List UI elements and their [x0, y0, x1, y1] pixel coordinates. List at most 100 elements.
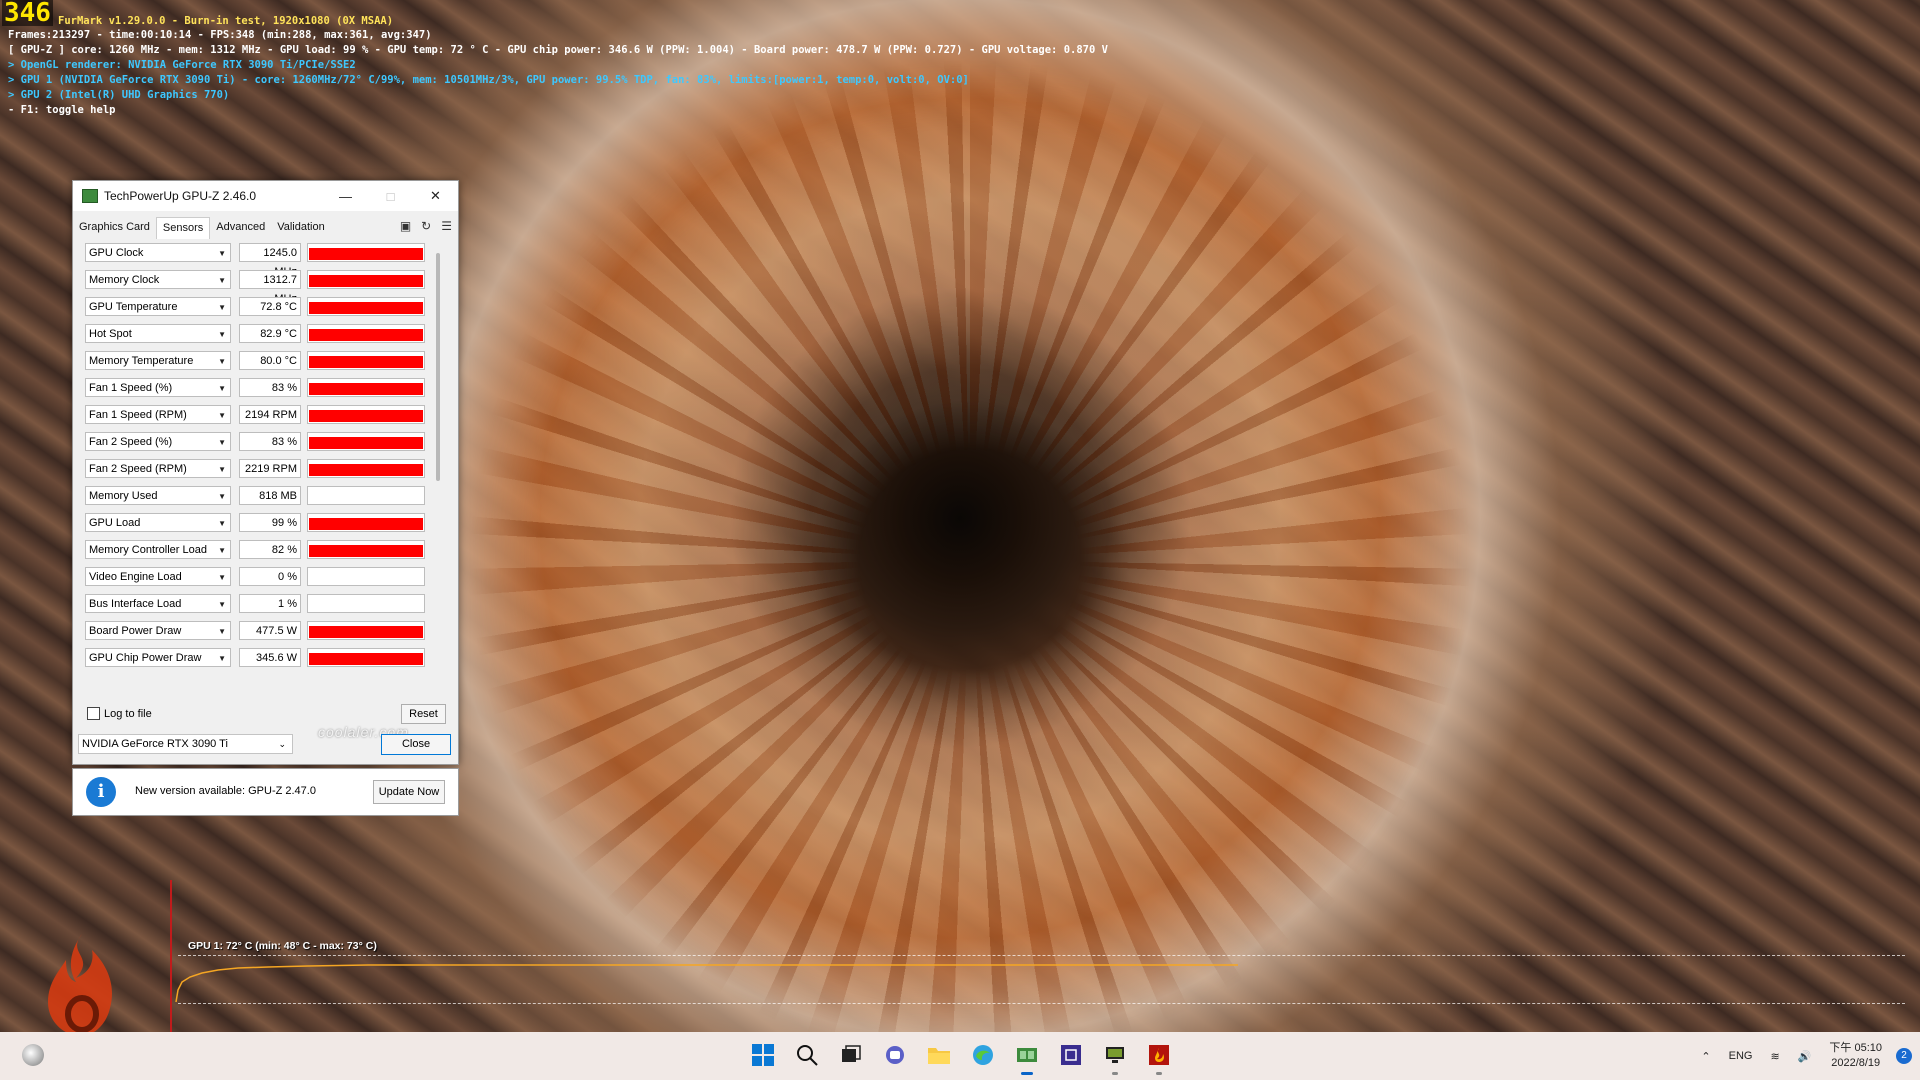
sensor-graph	[307, 594, 425, 613]
task-view-icon[interactable]	[834, 1038, 868, 1072]
update-banner: i New version available: GPU-Z 2.47.0 Up…	[72, 768, 459, 816]
volume-icon[interactable]: 🔊	[1798, 1050, 1812, 1063]
sensor-graph-fill	[309, 653, 423, 665]
close-button[interactable]: Close	[381, 734, 451, 755]
sensor-row: GPU Temperature ▼ 72.8 °C	[85, 297, 435, 318]
gpu-select-dropdown[interactable]: NVIDIA GeForce RTX 3090 Ti ⌄	[78, 734, 293, 754]
sensor-row: GPU Chip Power Draw ▼ 345.6 W	[85, 648, 435, 669]
sensor-row: Video Engine Load ▼ 0 %	[85, 567, 435, 588]
camera-icon[interactable]: ▣	[400, 219, 411, 233]
sensor-name-dropdown[interactable]: GPU Load ▼	[85, 513, 231, 532]
notification-badge[interactable]: 2	[1896, 1048, 1912, 1064]
sensor-name: Board Power Draw	[89, 625, 182, 637]
dropdown-arrow-icon: ▼	[218, 492, 226, 501]
sensor-list: GPU Clock ▼ 1245.0 MHz Memory Clock ▼ 1312.7 …	[81, 243, 443, 675]
sensor-name-dropdown[interactable]: GPU Chip Power Draw ▼	[85, 648, 231, 667]
sensor-name-dropdown[interactable]: Bus Interface Load ▼	[85, 594, 231, 613]
temperature-graph: GPU 1: 72° C (min: 48° C - max: 73° C)	[168, 880, 1920, 1035]
sensor-name-dropdown[interactable]: GPU Clock ▼	[85, 243, 231, 262]
clock-date: 2022/8/19	[1831, 1057, 1881, 1069]
gpuz-icon[interactable]	[1010, 1038, 1044, 1075]
sensor-name-dropdown[interactable]: Fan 2 Speed (RPM) ▼	[85, 459, 231, 478]
sensor-row: Hot Spot ▼ 82.9 °C	[85, 324, 435, 345]
sensor-name: Video Engine Load	[89, 571, 182, 583]
maximize-button[interactable]: □	[368, 181, 413, 211]
file-explorer-icon[interactable]	[922, 1038, 956, 1072]
sensor-name: GPU Chip Power Draw	[89, 652, 202, 664]
sensor-name-dropdown[interactable]: Memory Clock ▼	[85, 270, 231, 289]
sensor-name-dropdown[interactable]: Memory Controller Load ▼	[85, 540, 231, 559]
widget-icon[interactable]	[22, 1044, 44, 1066]
tab-advanced[interactable]: Advanced	[210, 217, 271, 239]
gpuz-titlebar[interactable]: TechPowerUp GPU-Z 2.46.0 — □ ✕	[73, 181, 458, 211]
log-to-file-checkbox[interactable]	[87, 707, 100, 720]
sensor-row: GPU Clock ▼ 1245.0 MHz	[85, 243, 435, 278]
sensor-name: Memory Temperature	[89, 355, 194, 367]
menu-icon[interactable]: ☰	[441, 219, 452, 233]
sensor-graph-fill	[309, 410, 423, 422]
minimize-button[interactable]: —	[323, 181, 368, 211]
sensor-name-dropdown[interactable]: Video Engine Load ▼	[85, 567, 231, 586]
sensor-value: 0 %	[239, 567, 301, 586]
dropdown-arrow-icon: ▼	[218, 330, 226, 339]
chevron-up-icon[interactable]: ⌃	[1701, 1050, 1710, 1063]
log-to-file-option[interactable]: Log to file	[87, 707, 152, 720]
browser-icon[interactable]	[966, 1038, 1000, 1072]
log-to-file-label: Log to file	[104, 707, 152, 720]
search-icon[interactable]	[790, 1038, 824, 1072]
tab-validation[interactable]: Validation	[271, 217, 331, 239]
close-window-button[interactable]: ✕	[413, 181, 458, 211]
sensor-graph-fill	[309, 545, 423, 557]
furmark-logo-icon	[48, 934, 112, 1036]
language-indicator[interactable]: ENG	[1729, 1050, 1753, 1062]
teams-chat-icon[interactable]	[878, 1038, 912, 1072]
reset-button[interactable]: Reset	[401, 704, 446, 724]
dropdown-arrow-icon: ▼	[218, 411, 226, 420]
gpuz-app-icon	[82, 189, 98, 203]
info-icon: i	[86, 777, 116, 807]
sensor-graph-fill	[309, 275, 423, 287]
sensor-value: 1245.0 MHz	[239, 243, 301, 278]
sensor-name: Bus Interface Load	[89, 598, 182, 610]
sensor-scrollbar[interactable]	[436, 245, 442, 671]
sensor-value: 1 %	[239, 594, 301, 613]
sensor-graph-fill	[309, 626, 423, 638]
scrollbar-thumb[interactable]	[436, 253, 440, 481]
dropdown-arrow-icon: ▼	[218, 465, 226, 474]
sensor-graph	[307, 297, 425, 316]
cpu-app-icon[interactable]	[1054, 1038, 1088, 1072]
overlay-gpuz-line: [ GPU-Z ] core: 1260 MHz - mem: 1312 MHz…	[8, 44, 1108, 56]
sensor-name: Fan 1 Speed (RPM)	[89, 409, 187, 421]
sensor-name-dropdown[interactable]: Memory Used ▼	[85, 486, 231, 505]
monitor-app-icon[interactable]	[1098, 1038, 1132, 1075]
sensor-name: GPU Clock	[89, 247, 144, 259]
sensor-name-dropdown[interactable]: Fan 1 Speed (%) ▼	[85, 378, 231, 397]
sensor-name-dropdown[interactable]: Fan 2 Speed (%) ▼	[85, 432, 231, 451]
sensor-name: Hot Spot	[89, 328, 132, 340]
wifi-icon[interactable]: ≋	[1770, 1050, 1779, 1063]
sensor-name-dropdown[interactable]: Fan 1 Speed (RPM) ▼	[85, 405, 231, 424]
furmark-icon[interactable]	[1142, 1038, 1176, 1075]
temperature-curve	[175, 964, 1238, 1003]
sensor-row: GPU Load ▼ 99 %	[85, 513, 435, 534]
sensor-value: 80.0 °C	[239, 351, 301, 370]
clock[interactable]: 下午 05:10 2022/8/19	[1829, 1041, 1882, 1071]
sensor-row: Fan 1 Speed (RPM) ▼ 2194 RPM	[85, 405, 435, 426]
sensor-name-dropdown[interactable]: Memory Temperature ▼	[85, 351, 231, 370]
refresh-icon[interactable]: ↻	[421, 219, 431, 233]
sensor-row: Fan 2 Speed (%) ▼ 83 %	[85, 432, 435, 453]
dropdown-arrow-icon: ▼	[218, 384, 226, 393]
sensor-name: GPU Temperature	[89, 301, 178, 313]
sensor-name-dropdown[interactable]: GPU Temperature ▼	[85, 297, 231, 316]
sensor-name-dropdown[interactable]: Board Power Draw ▼	[85, 621, 231, 640]
dropdown-arrow-icon: ▼	[218, 276, 226, 285]
sensor-graph	[307, 243, 425, 262]
tab-graphics-card[interactable]: Graphics Card	[73, 217, 156, 239]
start-icon[interactable]	[746, 1038, 780, 1072]
dropdown-arrow-icon: ▼	[218, 546, 226, 555]
sensor-name-dropdown[interactable]: Hot Spot ▼	[85, 324, 231, 343]
tab-sensors[interactable]: Sensors	[155, 217, 211, 239]
sensor-graph-fill	[309, 356, 423, 368]
sensor-value: 83 %	[239, 378, 301, 397]
update-now-button[interactable]: Update Now	[373, 780, 445, 804]
